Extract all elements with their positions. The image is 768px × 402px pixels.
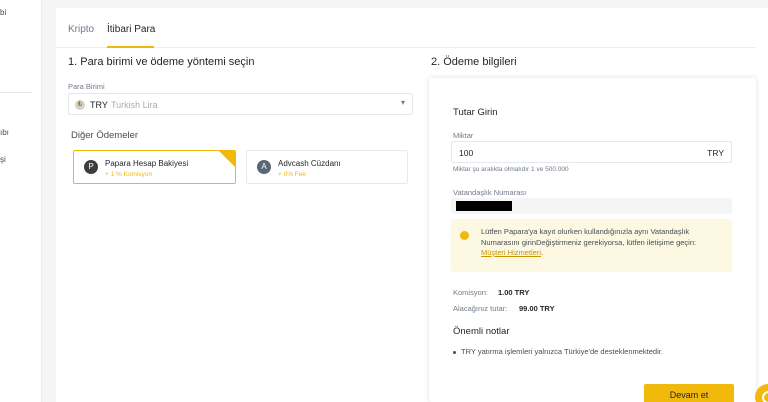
note-item: TRY yatırma işlemleri yalnızca Türkiye'd… <box>453 347 663 356</box>
lira-icon: ₺ <box>75 100 85 110</box>
advcash-icon: A <box>257 160 271 174</box>
currency-name: Turkish Lira <box>111 100 158 110</box>
tab-bar: Kripto İtibari Para <box>56 20 756 48</box>
section-title-payment-info: 2. Ödeme bilgileri <box>431 56 517 68</box>
notice-message: Lütfen Papara'ya kayıt olurken kullandığ… <box>481 227 697 247</box>
payment-method-name: Advcash Cüzdanı <box>278 159 341 168</box>
sidebar: bi ıbı şi <box>0 0 42 402</box>
receive-amount-value: 99.00 TRY <box>519 304 555 313</box>
currency-code: TRY <box>90 100 108 110</box>
notice-tail: . <box>541 248 544 257</box>
citizen-number-label: Vatandaşlık Numarası <box>453 188 527 197</box>
amount-hint: Miktar şu aralıkta olmalıdır 1 ve 500.00… <box>453 166 569 173</box>
sidebar-item-fragment[interactable]: ıbı <box>0 128 9 137</box>
payment-info-panel: Tutar Girin Miktar 100 TRY Miktar şu ara… <box>429 78 756 402</box>
commission-value: 1.00 TRY <box>498 288 530 297</box>
sidebar-item-fragment[interactable]: şi <box>0 155 6 164</box>
other-payments-title: Diğer Ödemeler <box>71 130 139 141</box>
receive-amount-label: Alacağınız tutar: <box>453 304 508 313</box>
sidebar-item-fragment[interactable]: bi <box>0 8 6 17</box>
amount-label: Miktar <box>453 131 474 140</box>
commission-label: Komisyon: <box>453 288 489 297</box>
payment-method-fee: + 0% Fee <box>278 171 307 178</box>
amount-currency: TRY <box>707 148 724 158</box>
tab-kripto[interactable]: Kripto <box>68 24 94 35</box>
active-tab-indicator <box>107 46 154 48</box>
warning-icon <box>460 231 469 240</box>
tab-fiat[interactable]: İtibari Para <box>107 24 155 35</box>
customer-service-link[interactable]: Müşteri Hizmetleri <box>481 248 541 257</box>
currency-label: Para Birimi <box>68 82 105 91</box>
notes-title: Önemli notlar <box>453 326 510 337</box>
payment-method-fee: + 1 % Komisyon <box>105 171 153 178</box>
amount-input[interactable]: 100 TRY <box>451 141 732 163</box>
redacted-value <box>456 201 512 211</box>
main-content: Kripto İtibari Para 1. Para birimi ve öd… <box>56 8 768 402</box>
payment-method-advcash[interactable]: A Advcash Cüzdanı + 0% Fee <box>246 150 408 184</box>
continue-button[interactable]: Devam et <box>644 384 734 402</box>
note-text: TRY yatırma işlemleri yalnızca Türkiye'd… <box>461 347 663 356</box>
section-title-payment-method: 1. Para birimi ve ödeme yöntemi seçin <box>68 56 255 68</box>
selected-corner-icon <box>219 151 235 167</box>
bullet-icon <box>453 350 456 354</box>
chevron-down-icon: ▾ <box>400 98 405 107</box>
payment-method-name: Papara Hesap Bakiyesi <box>105 159 189 168</box>
citizen-number-field[interactable] <box>451 198 732 214</box>
notice-box: Lütfen Papara'ya kayıt olurken kullandığ… <box>451 219 732 272</box>
notice-text: Lütfen Papara'ya kayıt olurken kullandığ… <box>481 227 721 259</box>
panel-title: Tutar Girin <box>453 107 498 118</box>
payment-method-papara[interactable]: P Papara Hesap Bakiyesi + 1 % Komisyon <box>73 150 236 184</box>
papara-icon: P <box>84 160 98 174</box>
amount-value: 100 <box>459 148 474 158</box>
sidebar-divider <box>0 92 32 93</box>
currency-select[interactable]: ₺ TRY Turkish Lira ▾ <box>68 93 413 115</box>
